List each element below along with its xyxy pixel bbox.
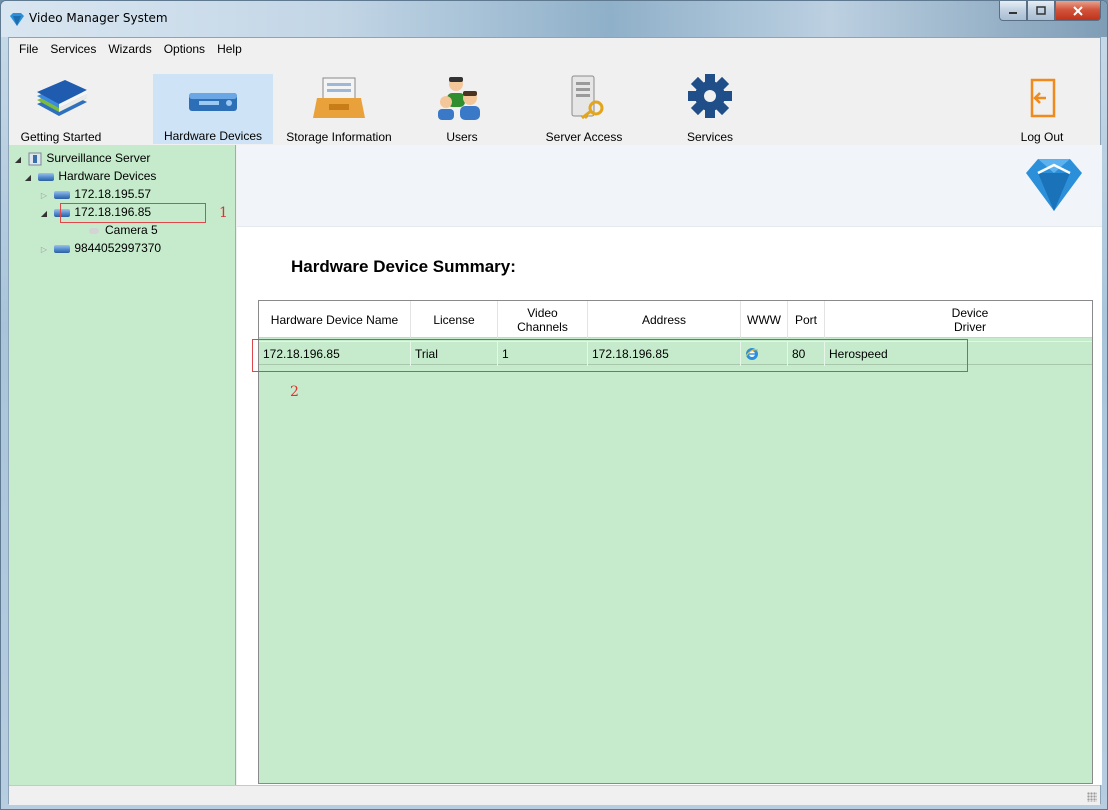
annotation-box-2 <box>252 339 968 372</box>
server-icon <box>28 152 42 166</box>
collapse-arrow-icon[interactable]: ◢ <box>39 205 49 223</box>
device-icon <box>54 244 71 253</box>
device-tree[interactable]: ◢ Surveillance Server ◢ Hardware Devices… <box>9 145 236 785</box>
caption-buttons <box>999 1 1101 23</box>
menu-options[interactable]: Options <box>158 38 211 60</box>
column-header-license[interactable]: License <box>411 301 498 338</box>
tree-label-surveillance-server: Surveillance Server <box>46 151 151 165</box>
server-access-button[interactable]: Server Access <box>539 74 629 144</box>
menu-services[interactable]: Services <box>44 38 102 60</box>
storage-tray-icon <box>313 77 365 118</box>
maximize-button[interactable] <box>1027 1 1055 21</box>
server-key-icon <box>571 75 604 120</box>
window-title: Video Manager System <box>29 11 168 25</box>
menu-help[interactable]: Help <box>211 38 248 60</box>
gear-icon <box>688 74 732 118</box>
header-label: License <box>433 312 475 327</box>
expand-arrow-icon[interactable]: ▷ <box>39 241 49 259</box>
menu-file[interactable]: File <box>13 38 44 60</box>
menu-wizards[interactable]: Wizards <box>102 38 157 60</box>
device-icon <box>54 190 71 199</box>
users-button[interactable]: Users <box>427 74 497 144</box>
tree-label-device: 172.18.195.57 <box>74 187 152 201</box>
menu-bar: File Services Wizards Options Help <box>9 38 1100 60</box>
tree-item-hardware-devices[interactable]: ◢ Hardware Devices <box>23 167 156 185</box>
app-logo-icon <box>10 13 24 26</box>
storage-information-label: Storage Information <box>286 130 392 144</box>
app-window: Video Manager System File Services Wizar… <box>0 0 1108 810</box>
header-label-line1: Device <box>951 305 989 320</box>
services-button[interactable]: Services <box>675 74 745 144</box>
book-icon <box>37 80 87 116</box>
column-header-address[interactable]: Address <box>588 301 741 338</box>
annotation-box-1 <box>60 203 206 223</box>
hardware-devices-label: Hardware Devices <box>163 129 263 143</box>
collapse-arrow-icon[interactable]: ◢ <box>13 151 23 169</box>
content-pane: Hardware Device Summary: Hardware Device… <box>237 145 1102 785</box>
summary-title: Hardware Device Summary: <box>291 257 516 276</box>
tree-label-device: 9844052997370 <box>74 241 162 255</box>
collapse-arrow-icon[interactable]: ◢ <box>23 169 33 187</box>
log-out-label: Log Out <box>1020 130 1064 144</box>
annotation-number-1: 1 <box>219 205 228 221</box>
users-label: Users <box>446 130 478 144</box>
camera-icon <box>89 227 99 234</box>
getting-started-button[interactable]: Getting Started <box>15 74 107 144</box>
header-label-line2: Channels <box>517 319 568 334</box>
toolbar: Getting Started Hardware Devices Storage… <box>9 60 1100 144</box>
column-header-www[interactable]: WWW <box>741 301 788 338</box>
title-bar[interactable]: Video Manager System <box>1 1 1107 37</box>
header-label: Port <box>794 312 817 327</box>
header-label: WWW <box>747 312 781 327</box>
header-label: Address <box>641 312 687 327</box>
tree-item-device-172-18-195-57[interactable]: ▷ 172.18.195.57 <box>39 185 151 203</box>
maximize-icon <box>1036 5 1046 15</box>
users-icon <box>438 77 480 120</box>
client-area: File Services Wizards Options Help Getti… <box>8 37 1102 805</box>
resize-grip-icon[interactable] <box>1087 792 1097 802</box>
column-header-name[interactable]: Hardware Device Name <box>259 301 411 338</box>
table-header: Hardware Device Name License Video Chann… <box>259 301 1092 338</box>
close-icon <box>1073 5 1083 16</box>
status-bar <box>9 785 1100 805</box>
tree-label-hardware-devices: Hardware Devices <box>58 169 157 183</box>
annotation-number-2: 2 <box>290 384 299 400</box>
brand-logo-icon <box>1026 159 1082 211</box>
storage-information-button[interactable]: Storage Information <box>275 74 403 144</box>
minimize-icon <box>1009 11 1017 14</box>
hardware-devices-button[interactable]: Hardware Devices <box>153 74 273 144</box>
services-label: Services <box>686 130 733 144</box>
minimize-button[interactable] <box>999 1 1027 21</box>
nvr-icon <box>189 93 237 111</box>
header-label-line2: Driver <box>954 319 986 334</box>
tree-item-surveillance-server[interactable]: ◢ Surveillance Server <box>13 149 150 167</box>
log-out-button[interactable]: Log Out <box>1011 74 1073 144</box>
close-button[interactable] <box>1055 1 1101 21</box>
logout-icon <box>1030 78 1056 118</box>
column-header-port[interactable]: Port <box>788 301 825 338</box>
banner <box>237 145 1102 227</box>
column-header-video-channels[interactable]: Video Channels <box>498 301 588 338</box>
column-header-device-driver[interactable]: Device Driver <box>825 301 1107 338</box>
header-label: Hardware Device Name <box>270 312 399 327</box>
server-access-label: Server Access <box>545 130 623 144</box>
header-label-line1: Video <box>527 305 558 320</box>
tree-label-camera: Camera 5 <box>105 223 158 237</box>
tree-item-camera-5[interactable]: Camera 5 <box>87 221 158 239</box>
device-group-icon <box>38 172 55 181</box>
device-summary-table[interactable]: Hardware Device Name License Video Chann… <box>252 300 1093 784</box>
getting-started-label: Getting Started <box>20 130 102 144</box>
tree-item-device-9844052997370[interactable]: ▷ 9844052997370 <box>39 239 161 257</box>
